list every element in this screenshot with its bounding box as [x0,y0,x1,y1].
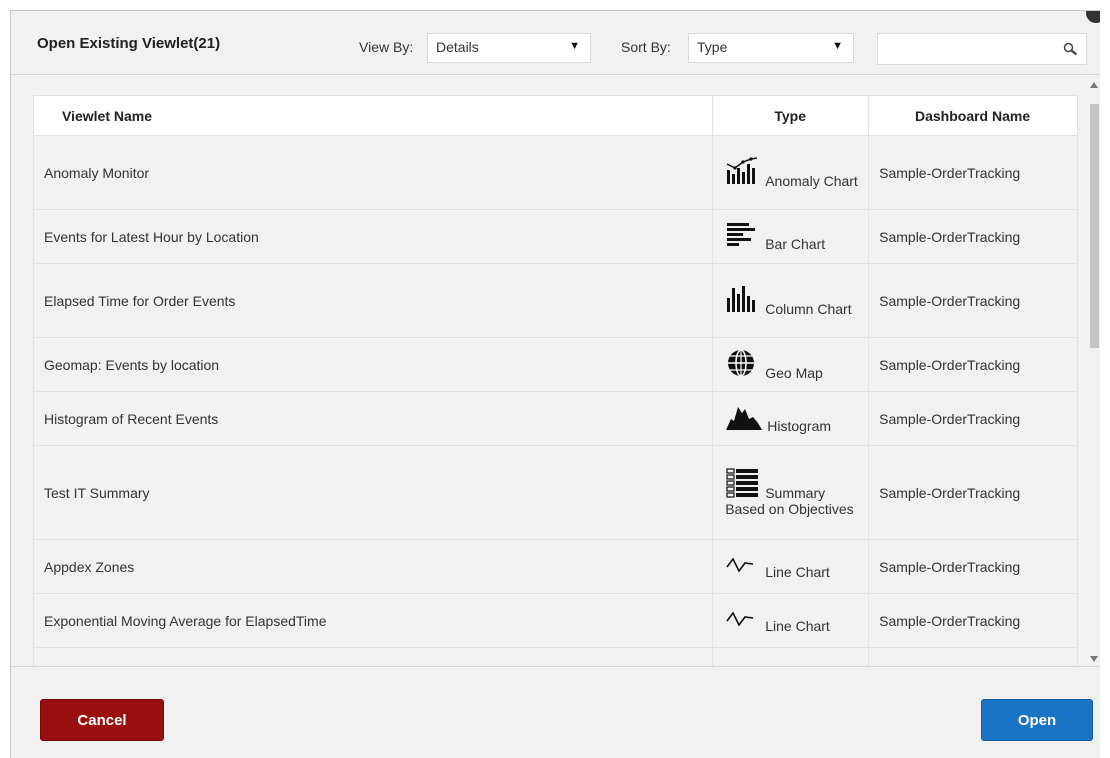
cancel-button[interactable]: Cancel [40,699,164,741]
type-cell [712,647,870,666]
type-cell: Column Chart [712,263,870,338]
table-row[interactable]: Test IT Summary Summary Based on Objecti… [32,445,1078,540]
type-cell: Anomaly Chart [712,135,870,210]
type-label: Line Chart [765,618,830,634]
search-input[interactable] [877,33,1087,65]
sort-by-label: Sort By: [621,39,671,55]
table-row[interactable]: Anomaly Monitor Anomaly Chart Sample-Ord… [32,135,1078,210]
table-row[interactable]: Appdex Zones Line Chart Sample-OrderTrac… [32,539,1078,594]
dashboard-name-cell: Sample-OrderTracking [868,337,1078,392]
table-row[interactable]: Events for Latest Hour by Location Bar C… [32,209,1078,264]
viewlet-name-cell: Appdex Zones [32,539,714,594]
open-viewlet-dialog: Open Existing Viewlet(21) View By: Detai… [10,10,1100,758]
column-chart-icon [725,284,761,317]
scroll-thumb[interactable] [1090,104,1099,348]
table-row[interactable]: Histogram of Recent Events Histogram Sam… [32,391,1078,446]
viewlet-name-cell: Events for Latest Hour by Location [32,209,714,264]
vertical-scrollbar[interactable] [1088,76,1100,666]
dialog-footer: Cancel Open [11,666,1100,758]
table-row[interactable]: Geomap: Events by location Geo Map Sampl… [32,337,1078,392]
viewlet-name-cell: Test IT Summary [32,445,714,540]
view-by-select[interactable]: Details ▼ [427,33,591,63]
type-cell: Histogram [712,391,870,446]
type-label: Column Chart [765,301,852,317]
dashboard-name-cell: Sample-OrderTracking [868,209,1078,264]
type-label: Bar Chart [765,236,826,252]
type-label: Line Chart [765,564,830,580]
dashboard-name-cell [868,647,1078,666]
open-button[interactable]: Open [981,699,1093,741]
dashboard-name-cell: Sample-OrderTracking [868,539,1078,594]
dropdown-arrow-icon: ▼ [569,40,580,52]
type-label: Histogram [767,418,832,434]
histogram-icon [725,403,763,434]
bar-chart-icon [725,221,761,252]
type-label: Geo Map [765,365,823,381]
line-chart-icon [725,607,761,634]
table-row[interactable] [32,647,1078,666]
line-chart-icon [725,553,761,580]
viewlet-name-cell: Elapsed Time for Order Events [32,263,714,338]
dialog-title: Open Existing Viewlet(21) [37,35,221,52]
table-row[interactable]: Elapsed Time for Order Events Column Cha… [32,263,1078,338]
summary-list-icon [725,468,761,501]
dropdown-arrow-icon: ▼ [832,40,843,52]
viewlet-list-area: Viewlet Name Type Dashboard Name Anomaly… [11,76,1100,666]
viewlet-table: Viewlet Name Type Dashboard Name Anomaly… [32,95,1078,666]
column-header-dashboard-name[interactable]: Dashboard Name [868,95,1078,136]
type-cell: Geo Map [712,337,870,392]
viewlet-name-cell: Exponential Moving Average for ElapsedTi… [32,593,714,648]
sort-by-value: Type [697,39,728,55]
sort-by-select[interactable]: Type ▼ [688,33,854,63]
table-row[interactable]: Exponential Moving Average for ElapsedTi… [32,593,1078,648]
scroll-down-arrow-icon[interactable] [1090,656,1098,662]
viewlet-name-cell [32,647,714,666]
type-cell: Line Chart [712,593,870,648]
type-label: Anomaly Chart [765,173,858,189]
column-header-viewlet-name[interactable]: Viewlet Name [32,95,714,136]
type-cell: Bar Chart [712,209,870,264]
globe-icon [725,348,761,381]
anomaly-chart-icon [725,156,761,189]
type-cell: Summary Based on Objectives [712,445,870,540]
viewlet-name-cell: Anomaly Monitor [32,135,714,210]
dashboard-name-cell: Sample-OrderTracking [868,135,1078,210]
viewlet-name-cell: Histogram of Recent Events [32,391,714,446]
view-by-label: View By: [359,39,414,55]
table-header-row: Viewlet Name Type Dashboard Name [32,95,1078,136]
dialog-header: Open Existing Viewlet(21) View By: Detai… [11,11,1100,75]
dashboard-name-cell: Sample-OrderTracking [868,445,1078,540]
search-icon[interactable] [1063,42,1078,56]
dashboard-name-cell: Sample-OrderTracking [868,391,1078,446]
scroll-up-arrow-icon[interactable] [1090,82,1098,88]
viewlet-name-cell: Geomap: Events by location [32,337,714,392]
view-by-value: Details [436,39,479,55]
dashboard-name-cell: Sample-OrderTracking [868,263,1078,338]
column-header-type[interactable]: Type [712,95,870,136]
type-cell: Line Chart [712,539,870,594]
dashboard-name-cell: Sample-OrderTracking [868,593,1078,648]
